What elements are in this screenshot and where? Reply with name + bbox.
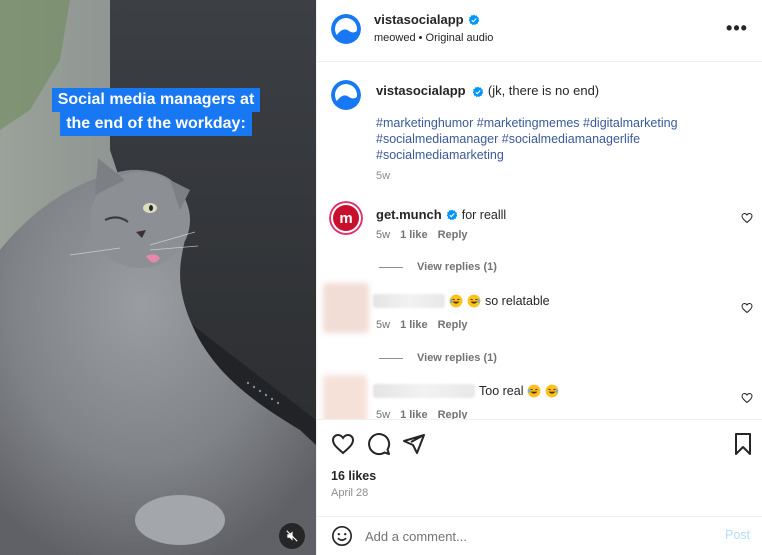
comments-list[interactable]: vistasocialapp (jk, there is no end) #ma… bbox=[317, 63, 762, 419]
audio-info[interactable]: meowed • Original audio bbox=[374, 32, 493, 44]
mute-toggle-button[interactable] bbox=[279, 523, 305, 549]
commenter-username-blurred[interactable] bbox=[373, 384, 475, 398]
munch-letter: m bbox=[339, 210, 352, 227]
reply-divider bbox=[379, 357, 403, 359]
comment-icon[interactable] bbox=[367, 432, 391, 456]
comment-likes[interactable]: 1 like bbox=[400, 319, 428, 331]
commenter-avatar[interactable] bbox=[323, 375, 367, 419]
caption-hashtags: #marketinghumor #marketingmemes #digital… bbox=[376, 115, 736, 163]
view-replies-button[interactable]: View replies (1) bbox=[379, 261, 497, 273]
hashtag-line[interactable]: #socialmediamarketing bbox=[376, 147, 736, 163]
comment-time[interactable]: 5w bbox=[376, 319, 390, 331]
more-options-button[interactable]: ••• bbox=[725, 18, 749, 38]
laughing-emoji-icon bbox=[528, 384, 541, 398]
likes-count[interactable]: 16 likes bbox=[331, 469, 376, 483]
commenter-avatar[interactable]: m bbox=[329, 201, 363, 235]
verified-badge-icon bbox=[468, 14, 479, 25]
post-media[interactable]: Social media managers at the end of the … bbox=[0, 0, 316, 555]
comment-time[interactable]: 5w bbox=[376, 229, 390, 241]
comment-composer: Post bbox=[317, 516, 762, 555]
laughing-emoji-icon bbox=[449, 294, 463, 308]
munch-logo-icon: m bbox=[329, 201, 363, 235]
author-avatar[interactable] bbox=[331, 14, 361, 44]
post-date[interactable]: April 28 bbox=[331, 487, 368, 499]
view-replies-label: View replies (1) bbox=[417, 261, 497, 273]
caption-text: vistasocialapp (jk, there is no end) bbox=[376, 83, 746, 99]
post-actions: 16 likes April 28 Post bbox=[317, 419, 762, 555]
commenter-username-blurred[interactable] bbox=[373, 294, 445, 308]
cat-video-frame bbox=[0, 0, 316, 555]
view-replies-label: View replies (1) bbox=[417, 352, 497, 364]
reply-divider bbox=[379, 266, 403, 268]
view-replies-button[interactable]: View replies (1) bbox=[379, 352, 497, 364]
heart-icon[interactable] bbox=[741, 392, 753, 404]
heart-icon[interactable] bbox=[331, 432, 355, 456]
share-icon[interactable] bbox=[402, 432, 426, 456]
caption-body: (jk, there is no end) bbox=[487, 83, 600, 98]
heart-icon[interactable] bbox=[741, 302, 753, 314]
caption-timestamp[interactable]: 5w bbox=[376, 170, 390, 182]
heart-icon[interactable] bbox=[741, 212, 753, 224]
muted-speaker-icon bbox=[286, 530, 298, 542]
post-detail-panel: vistasocialapp meowed • Original audio •… bbox=[316, 0, 762, 555]
caption-author-avatar[interactable] bbox=[331, 80, 361, 110]
post-comment-button[interactable]: Post bbox=[725, 528, 750, 542]
commenter-avatar[interactable] bbox=[323, 283, 369, 333]
verified-badge-icon bbox=[446, 209, 458, 220]
comment-likes[interactable]: 1 like bbox=[400, 409, 428, 419]
laughing-emoji-icon bbox=[546, 384, 559, 398]
hashtag-line[interactable]: #marketinghumor #marketingmemes #digital… bbox=[376, 115, 736, 131]
bookmark-icon[interactable] bbox=[731, 432, 755, 456]
video-caption-overlay: Social media managers at the end of the … bbox=[42, 88, 270, 136]
reply-button[interactable]: Reply bbox=[438, 409, 468, 419]
comment-likes[interactable]: 1 like bbox=[400, 229, 428, 241]
vista-logo-icon bbox=[331, 14, 361, 44]
post-header: vistasocialapp meowed • Original audio •… bbox=[317, 0, 762, 62]
comment-text: for realll bbox=[461, 207, 507, 222]
laughing-emoji-icon bbox=[467, 294, 481, 308]
caption-username[interactable]: vistasocialapp bbox=[376, 83, 466, 98]
comment-text: so relatable bbox=[485, 294, 550, 308]
comment-text: Too real bbox=[479, 384, 524, 398]
comment-time[interactable]: 5w bbox=[376, 409, 390, 419]
verified-badge-icon bbox=[472, 86, 484, 97]
caption-line-1: Social media managers at bbox=[51, 88, 261, 112]
commenter-username[interactable]: get.munch bbox=[376, 207, 442, 222]
vista-logo-icon bbox=[331, 80, 361, 110]
reply-button[interactable]: Reply bbox=[438, 319, 468, 331]
comment-input[interactable] bbox=[365, 526, 705, 546]
hashtag-line[interactable]: #socialmediamanager #socialmediamanagerl… bbox=[376, 131, 736, 147]
author-username[interactable]: vistasocialapp bbox=[374, 12, 464, 27]
reply-button[interactable]: Reply bbox=[438, 229, 468, 241]
caption-line-2: the end of the workday: bbox=[60, 112, 252, 136]
emoji-icon[interactable] bbox=[331, 525, 353, 547]
